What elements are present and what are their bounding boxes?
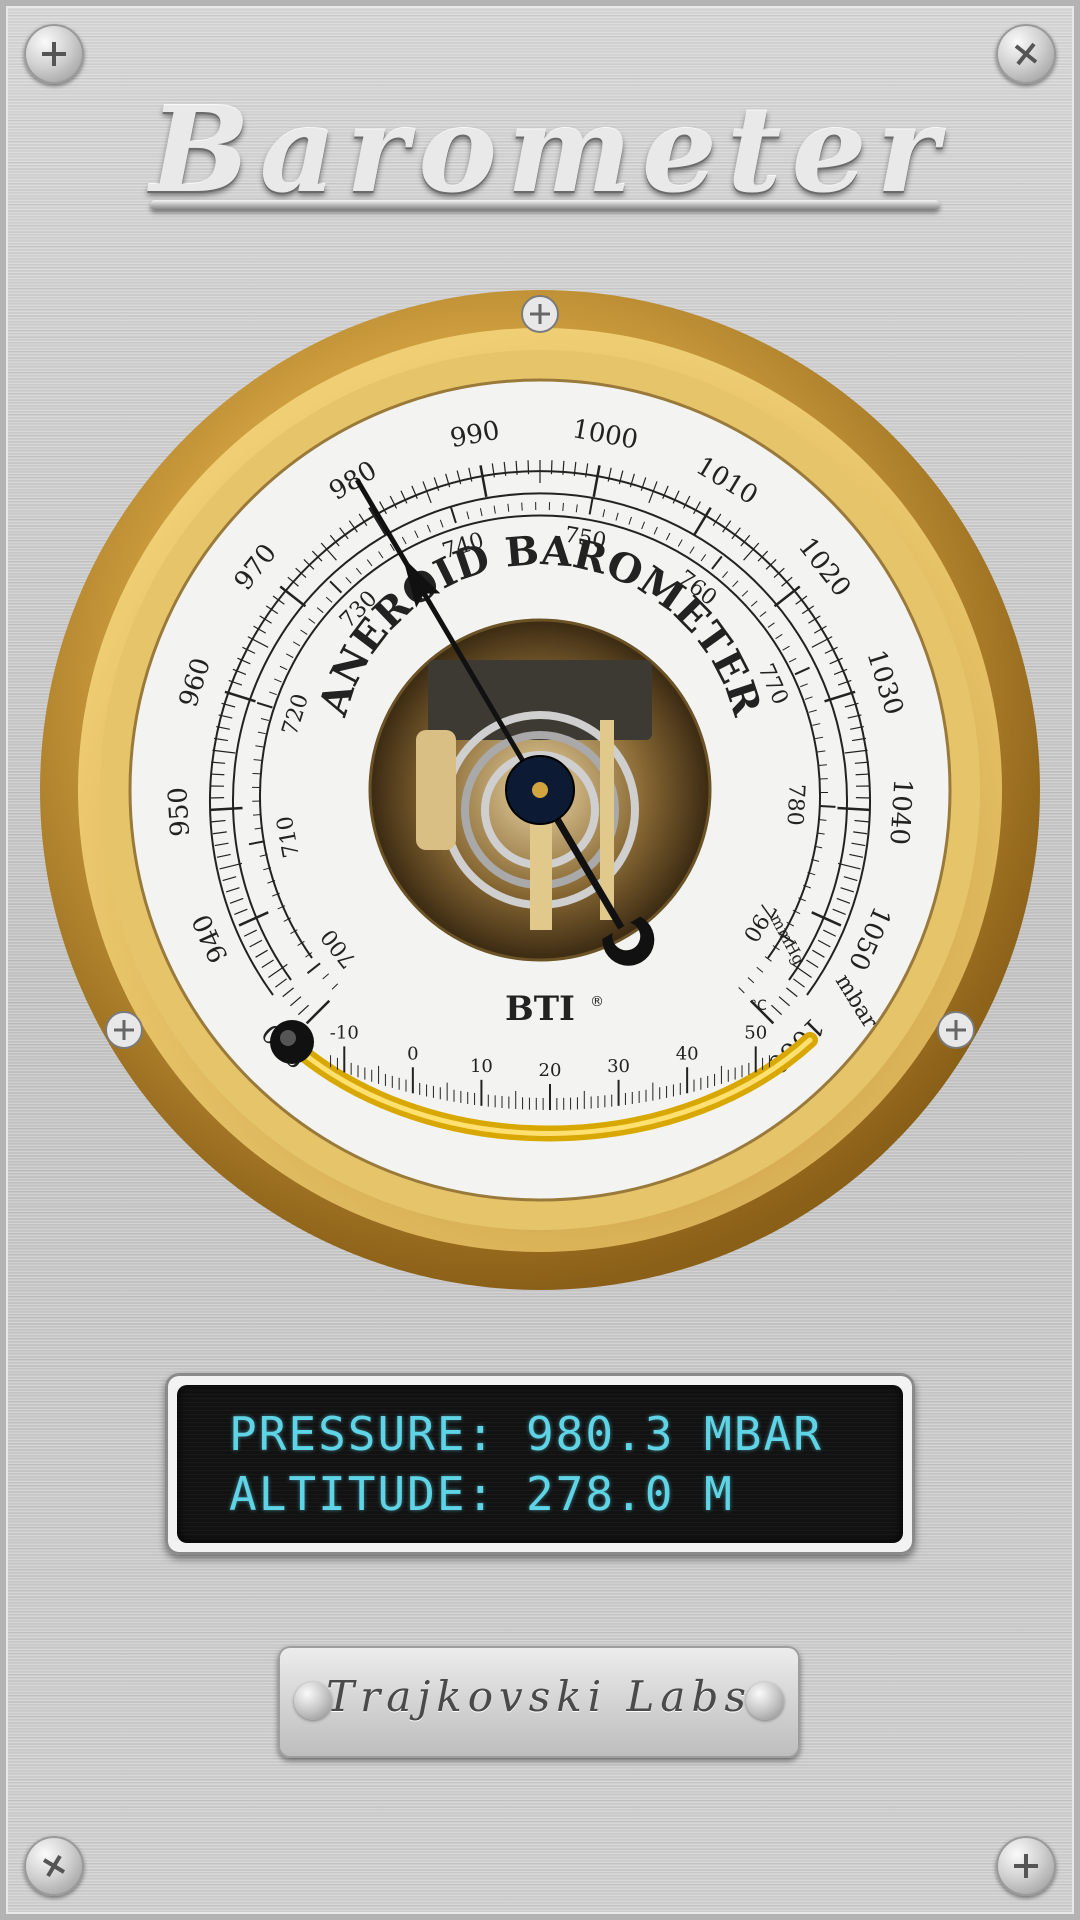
mbar-tick xyxy=(550,460,553,475)
lever-arm xyxy=(530,810,552,930)
readout-display: PRESSURE: 980.3 MBAR ALTITUDE: 278.0 M xyxy=(165,1373,915,1555)
screw-icon-bottom-right xyxy=(996,1836,1056,1896)
screw-icon-top-left xyxy=(24,24,84,84)
title-underline xyxy=(150,200,940,210)
thermometer-tick-label: 50 xyxy=(744,1022,767,1043)
plate-screw-icon-right xyxy=(746,1682,784,1720)
mmhg-tick xyxy=(253,813,262,816)
mbar-tick xyxy=(210,773,225,776)
thermometer-tick-label: 40 xyxy=(676,1043,699,1064)
barometer-gauge: 9309409509609709809901000101010201030104… xyxy=(40,290,1040,1290)
readout-screen: PRESSURE: 980.3 MBAR ALTITUDE: 278.0 M xyxy=(177,1385,903,1543)
mbar-tick-label: 950 xyxy=(163,786,196,837)
maker-nameplate: Trajkovski Labs xyxy=(278,1646,800,1758)
mmhg-tick-label: 780 xyxy=(781,783,808,826)
mmhg-tick xyxy=(521,502,523,511)
pressure-readout: PRESSURE: 980.3 MBAR xyxy=(229,1407,823,1461)
mbar-tick-label: 1040 xyxy=(883,778,917,846)
mmhg-tick xyxy=(562,502,564,511)
altitude-readout: ALTITUDE: 278.0 M xyxy=(229,1467,734,1521)
mbar-tick xyxy=(527,460,530,475)
app-title-text: Barometer xyxy=(150,80,949,219)
dial-maker-mark: BTI xyxy=(505,989,575,1029)
maker-name: Trajkovski Labs xyxy=(326,1672,752,1721)
thermometer-tick-label: -10 xyxy=(330,1022,359,1043)
bezel-screw-icon-right xyxy=(937,1011,975,1049)
bezel-screw-icon-left xyxy=(105,1011,143,1049)
app-title: Barometer xyxy=(150,70,940,230)
thermometer-tick-label: 10 xyxy=(470,1056,493,1077)
mbar-tick xyxy=(855,773,870,776)
thermometer-tick-label: 0 xyxy=(407,1043,418,1064)
thermometer-tick-label: 20 xyxy=(539,1060,562,1081)
bezel-screw-icon-top xyxy=(521,295,559,333)
thermometer-tick-label: 30 xyxy=(607,1056,630,1077)
screw-icon-top-right xyxy=(996,24,1056,84)
screw-icon-bottom-left xyxy=(24,1836,84,1896)
mmhg-tick xyxy=(818,764,827,766)
mmhg-tick xyxy=(819,805,836,808)
registered-mark: ® xyxy=(590,994,604,1010)
mechanism-bridge xyxy=(428,660,652,740)
celsius-unit-label: °C xyxy=(750,998,767,1014)
